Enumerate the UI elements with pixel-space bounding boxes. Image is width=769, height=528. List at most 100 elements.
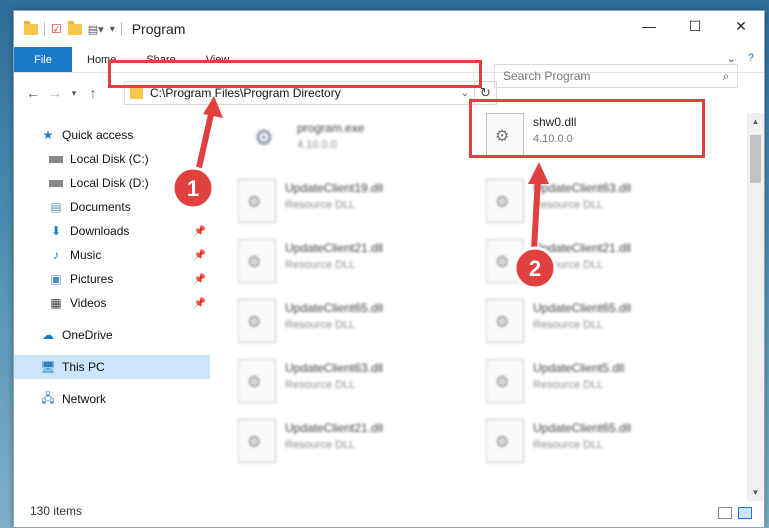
- sidebar-item-label: Pictures: [70, 272, 114, 286]
- gear-icon: ⚙: [247, 374, 262, 391]
- status-bar: 130 items: [14, 495, 764, 527]
- item-count: 130 items: [30, 504, 83, 518]
- file-name: UpdateClient5.dll: [533, 361, 625, 375]
- pin-icon[interactable]: 📌: [194, 274, 206, 285]
- help-icon[interactable]: ?: [748, 52, 754, 65]
- sidebar-item-label: Documents: [70, 200, 131, 214]
- file-tile[interactable]: ⚙ UpdateClient63.dll Resource DLL: [238, 359, 468, 415]
- forward-button[interactable]: →: [44, 85, 66, 101]
- file-detail: Resource DLL: [533, 439, 604, 451]
- divider: [44, 22, 45, 36]
- sidebar-item-local-disk-c[interactable]: Local Disk (C:): [14, 147, 210, 171]
- sidebar-item-pictures[interactable]: ▣ Pictures 📌: [14, 267, 210, 291]
- quick-access-toolbar: ☑ ▤▾ ▾: [14, 20, 122, 36]
- sidebar-item-documents[interactable]: ▤ Documents: [14, 195, 210, 219]
- gear-icon: ⚙: [247, 254, 262, 271]
- cloud-icon: ☁: [42, 328, 54, 342]
- file-name: UpdateClient21.dll: [533, 241, 632, 255]
- application-icon: ⚙: [254, 125, 274, 150]
- file-tile[interactable]: ⚙ UpdateClient65.dll Resource DLL: [238, 299, 468, 355]
- pin-icon[interactable]: 📌: [194, 298, 206, 309]
- sidebar-item-music[interactable]: ♪ Music 📌: [14, 243, 210, 267]
- search-box[interactable]: ⌕: [494, 64, 738, 88]
- tab-file[interactable]: File: [14, 47, 72, 72]
- file-detail: Resource DLL: [533, 259, 604, 271]
- file-tile[interactable]: ⚙ UpdateClient21.dll Resource DLL: [238, 239, 468, 295]
- search-input[interactable]: [503, 69, 715, 83]
- vertical-scrollbar[interactable]: ▲ ▼: [747, 113, 764, 501]
- file-tile[interactable]: ⚙ program.exe 4.10.0.0: [250, 119, 480, 175]
- sidebar-item-label: This PC: [62, 360, 105, 374]
- file-tile[interactable]: ⚙ UpdateClient65.dll Resource DLL: [486, 299, 716, 355]
- file-tile[interactable]: ⚙ UpdateClient5.dll Resource DLL: [486, 359, 716, 415]
- sidebar-item-onedrive[interactable]: ☁ OneDrive: [14, 323, 210, 347]
- sidebar-item-this-pc[interactable]: 🖥 This PC: [14, 355, 210, 379]
- file-name: program.exe: [297, 121, 365, 135]
- file-tile[interactable]: ⚙ UpdateClient21.dll Resource DLL: [486, 239, 716, 295]
- dll-icon: ⚙: [238, 179, 276, 223]
- gear-icon: ⚙: [495, 194, 510, 211]
- maximize-button[interactable]: ☐: [672, 11, 718, 41]
- sidebar-item-label: Local Disk (D:): [70, 176, 149, 190]
- qat-dropdown-icon[interactable]: ▾: [110, 24, 115, 35]
- sidebar-item-videos[interactable]: ▦ Videos 📌: [14, 291, 210, 315]
- download-icon: ⬇: [50, 224, 62, 238]
- file-detail: Resource DLL: [285, 379, 356, 391]
- dll-icon: ⚙: [486, 299, 524, 343]
- title-bar: ☑ ▤▾ ▾ Program — ☐ ✕: [14, 11, 764, 47]
- search-icon[interactable]: ⌕: [715, 69, 737, 84]
- file-name: UpdateClient65.dll: [533, 301, 632, 315]
- properties-icon[interactable]: ☑: [51, 22, 62, 36]
- file-name: UpdateClient65.dll: [533, 421, 632, 435]
- gear-icon: ⚙: [247, 434, 262, 451]
- gear-icon: ⚙: [495, 314, 510, 331]
- file-detail: Resource DLL: [533, 379, 604, 391]
- sidebar-item-downloads[interactable]: ⬇ Downloads 📌: [14, 219, 210, 243]
- file-detail: Resource DLL: [533, 199, 604, 211]
- music-icon: ♪: [53, 248, 59, 262]
- file-tile[interactable]: ⚙ UpdateClient65.dll Resource DLL: [486, 419, 716, 475]
- file-detail: Resource DLL: [285, 259, 356, 271]
- pin-icon[interactable]: 📌: [194, 250, 206, 261]
- gear-icon: ⚙: [495, 254, 510, 271]
- file-highlight-box: [469, 99, 705, 158]
- network-icon: 🖧: [41, 390, 55, 405]
- sidebar-item-local-disk-d[interactable]: Local Disk (D:): [14, 171, 210, 195]
- folder-icon: [24, 20, 38, 35]
- up-button[interactable]: ↑: [82, 85, 104, 101]
- dll-icon: ⚙: [486, 179, 524, 223]
- file-name: UpdateClient21.dll: [285, 421, 384, 435]
- pin-icon[interactable]: 📌: [194, 226, 206, 237]
- back-button[interactable]: ←: [22, 85, 44, 101]
- dll-icon: ⚙: [238, 419, 276, 463]
- dll-icon: ⚙: [486, 359, 524, 403]
- drive-icon: [48, 152, 64, 166]
- recent-locations-button[interactable]: ▾: [66, 88, 82, 99]
- dll-icon: ⚙: [486, 419, 524, 463]
- file-tile[interactable]: ⚙ UpdateClient63.dll Resource DLL: [486, 179, 716, 235]
- sidebar-item-quick-access[interactable]: ★ Quick access: [14, 123, 210, 147]
- minimize-button[interactable]: —: [626, 11, 672, 41]
- sidebar-item-label: Network: [62, 392, 107, 406]
- sidebar-item-network[interactable]: 🖧 Network: [14, 387, 210, 411]
- tiles-view-button[interactable]: [738, 507, 752, 519]
- videos-icon: ▦: [50, 296, 62, 310]
- dll-icon: ⚙: [238, 359, 276, 403]
- sidebar-item-label: Quick access: [62, 128, 134, 142]
- scroll-up-arrow[interactable]: ▲: [747, 113, 764, 130]
- new-folder-icon[interactable]: [67, 20, 82, 35]
- address-path[interactable]: C:\Program Files\Program Directory: [150, 86, 456, 100]
- file-list: ⚙ program.exe 4.10.0.0 ⚙ shw0.dll 4.10.0…: [224, 113, 744, 493]
- file-tile[interactable]: ⚙ UpdateClient19.dll Resource DLL: [238, 179, 468, 235]
- file-tile[interactable]: ⚙ UpdateClient21.dll Resource DLL: [238, 419, 468, 475]
- close-button[interactable]: ✕: [718, 11, 764, 41]
- chevron-down-icon[interactable]: ⌄: [456, 88, 474, 99]
- sidebar-item-label: Local Disk (C:): [70, 152, 149, 166]
- navigation-pane: ★ Quick access Local Disk (C:) Local Dis…: [14, 113, 210, 493]
- drive-icon: [48, 176, 64, 190]
- customize-icon[interactable]: ▤▾: [88, 23, 104, 36]
- scroll-thumb[interactable]: [750, 135, 761, 183]
- gear-icon: ⚙: [495, 434, 510, 451]
- details-view-button[interactable]: [718, 507, 732, 519]
- address-highlight-box: [108, 60, 482, 88]
